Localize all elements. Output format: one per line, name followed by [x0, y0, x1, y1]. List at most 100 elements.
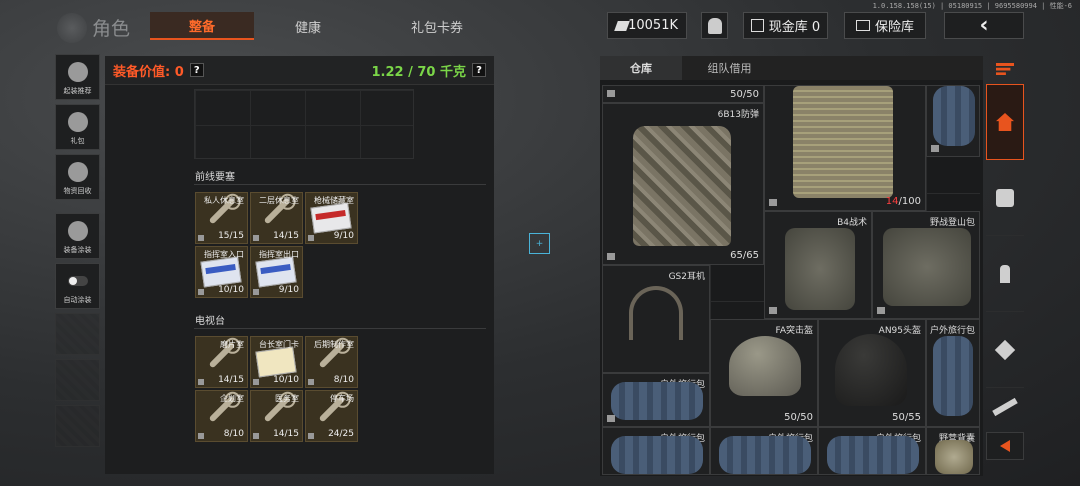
tab-warehouse[interactable]: 仓库	[600, 56, 682, 80]
helmet-star-icon	[67, 62, 88, 82]
safe-icon	[855, 20, 870, 31]
rifle-icon	[992, 397, 1018, 417]
lock-icon	[253, 289, 259, 295]
sidebar-gift-button[interactable]: 礼包	[55, 104, 100, 150]
section-title: 电视台	[195, 316, 225, 327]
storage-item-travel-bag[interactable]: 户外旅行包	[818, 427, 926, 475]
sidebar-recycle-button[interactable]: 物资回收	[55, 154, 100, 200]
key-count: 14/15	[273, 429, 299, 439]
storage-item-travel-bag[interactable]: 户外旅行包	[710, 427, 818, 475]
back-arrow-icon: ‹	[979, 13, 989, 38]
key-grid-frontline: 私人休息室 15/15 二层休息室 14/15 枪械储藏室 9/10 指挥室入口 10/…	[195, 192, 358, 298]
storage-item-travel-bag[interactable]: 户外旅行包	[602, 427, 710, 475]
key-item[interactable]: 指挥室出口 9/10	[250, 246, 303, 298]
key-item[interactable]: 私人休息室 15/15	[195, 192, 248, 244]
category-medical[interactable]	[986, 160, 1024, 236]
key-name: 后期制作室	[314, 340, 354, 349]
empty-slot	[55, 359, 100, 401]
item-name: FA突击盔	[775, 326, 813, 336]
right-sidebar	[986, 56, 1024, 476]
transfer-icon[interactable]: +	[529, 233, 550, 254]
keycard-icon	[200, 256, 242, 288]
key-item[interactable]: 二层休息室 14/15	[250, 192, 303, 244]
safe-button[interactable]: 保险库	[844, 12, 926, 39]
key-item[interactable]: 枪械储藏室 9/10	[305, 192, 358, 244]
helmet-icon	[835, 334, 907, 406]
tab-gear[interactable]: 整备	[150, 12, 254, 40]
section-title: 前线要塞	[195, 172, 235, 183]
lock-icon	[308, 433, 314, 439]
agent-button[interactable]	[701, 12, 728, 39]
storage-item-an95-helmet[interactable]: AN95头盔 50/55	[818, 319, 926, 427]
key-item[interactable]: 磨片室 14/15	[195, 336, 248, 388]
tab-team-borrow[interactable]: 组队借用	[682, 56, 777, 80]
money-display[interactable]: 10051K	[607, 12, 687, 39]
cash-vault-button[interactable]: 现金库 0	[743, 12, 828, 39]
key-count: 8/10	[223, 429, 244, 439]
storage-item-plate-carrier[interactable]: 14/100	[764, 85, 926, 211]
lock-icon	[253, 235, 259, 241]
storage-item-travel-bag[interactable]: 户外旅行包	[926, 319, 980, 427]
storage-item-headset[interactable]: GS2耳机	[602, 265, 710, 373]
vest-icon	[633, 126, 731, 246]
key-name: 指挥室入口	[204, 250, 244, 259]
paint-icon	[67, 221, 88, 241]
storage-item-travel-bag[interactable]: 户外旅行包	[602, 373, 710, 427]
auto-paint-toggle[interactable]: 自动涂装	[55, 263, 100, 309]
globe-icon	[57, 13, 87, 43]
keycard-icon	[255, 256, 297, 288]
container-grid[interactable]	[194, 89, 414, 159]
divider	[194, 328, 486, 329]
category-supplies[interactable]	[986, 312, 1024, 388]
category-ammo[interactable]	[986, 236, 1024, 312]
storage-item-fa-helmet[interactable]: FA突击盔 50/50	[710, 319, 818, 427]
storage-item-vest[interactable]: 6B13防弹 65/65	[602, 103, 764, 265]
back-button[interactable]: ‹	[944, 12, 1024, 39]
weight-value: 1.22 / 70 千克	[371, 64, 467, 80]
key-item[interactable]: 企划室 8/10	[195, 390, 248, 442]
key-item[interactable]: 后期制作室 8/10	[305, 336, 358, 388]
lock-icon	[877, 307, 885, 314]
key-item[interactable]: 台长室门卡 10/10	[250, 336, 303, 388]
key-item[interactable]: 停车场 24/25	[305, 390, 358, 442]
helmet-icon	[729, 336, 801, 396]
tab-gift-cards[interactable]: 礼包卡券	[362, 12, 512, 40]
equipment-header: 装备价值: 0 ? 1.22 / 70 千克 ?	[105, 56, 494, 85]
sidebar-recommend-button[interactable]: 起装推荐	[55, 54, 100, 100]
item-name: 户外旅行包	[929, 326, 975, 336]
backpack-icon	[935, 440, 973, 474]
sleeping-bag-icon	[611, 382, 703, 420]
storage-item-hiking-bag[interactable]: 野战登山包	[872, 211, 980, 319]
version-text: 1.0.158.158(15) | 05180915 | 96955809​94…	[872, 2, 1072, 10]
storage-tabs: 仓库 组队借用	[600, 56, 983, 80]
key-item[interactable]: 指挥室入口 10/10	[195, 246, 248, 298]
medkit-icon	[996, 188, 1014, 207]
left-sidebar: 起装推荐 礼包 物资回收 装备涂装 自动涂装	[55, 54, 100, 451]
storage-item-travel-bag[interactable]	[926, 85, 980, 157]
sleeping-bag-icon	[933, 86, 975, 146]
sidebar-label: 起装推荐	[63, 87, 92, 95]
divider	[194, 184, 486, 185]
sidebar-paint-button[interactable]: 装备涂装	[55, 213, 100, 259]
tab-health[interactable]: 健康	[254, 12, 362, 40]
lock-icon	[308, 379, 314, 385]
keycard-icon	[255, 346, 297, 378]
item-name: AN95头盔	[878, 326, 921, 336]
collapse-button[interactable]	[986, 432, 1024, 460]
storage-item-camp-bag[interactable]: 野营背囊	[926, 427, 980, 475]
help-icon[interactable]: ?	[472, 63, 486, 77]
key-name: 指挥室出口	[259, 250, 299, 259]
help-icon[interactable]: ?	[189, 63, 204, 77]
sort-button[interactable]	[986, 56, 1024, 82]
lock-icon	[769, 199, 777, 206]
storage-item-b4[interactable]: B4战术	[764, 211, 872, 319]
key-item[interactable]: 医务室 14/15	[250, 390, 303, 442]
item-count: 50/50	[730, 89, 759, 100]
storage-grid[interactable]: 50/50 6B13防弹 65/65 14/100 B4战术 野战登山包 GS2…	[602, 85, 980, 475]
cash-vault-icon	[750, 19, 764, 32]
ammo-icon	[1000, 264, 1010, 283]
storage-item[interactable]: 50/50	[602, 85, 764, 103]
key-count: 15/15	[218, 231, 244, 241]
category-weapons[interactable]	[986, 388, 1024, 426]
category-home[interactable]	[986, 84, 1024, 160]
